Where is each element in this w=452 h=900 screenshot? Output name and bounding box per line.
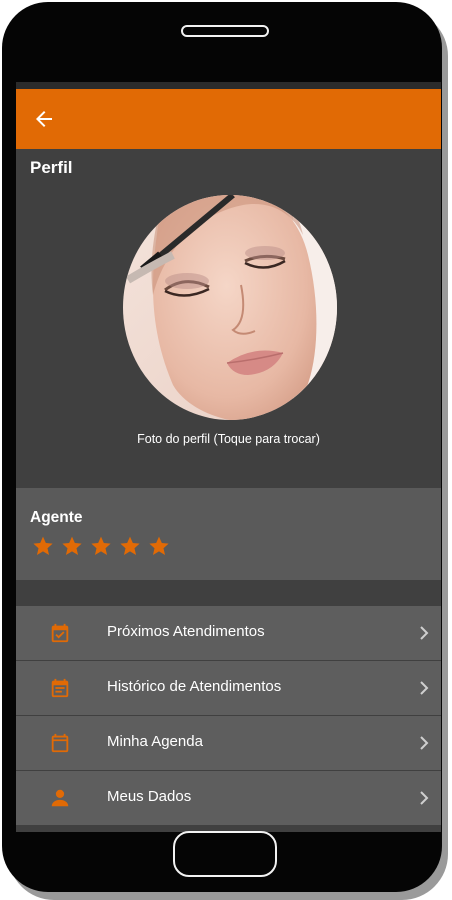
star-icon	[62, 536, 82, 555]
menu-item-proximos-atendimentos[interactable]: Próximos Atendimentos	[16, 606, 441, 660]
menu-item-label: Histórico de Atendimentos	[107, 678, 282, 695]
status-bar	[16, 82, 441, 89]
menu-item-label: Minha Agenda	[107, 733, 203, 750]
star-icon	[91, 536, 111, 555]
star-icon	[149, 536, 169, 555]
profile-photo-image	[123, 195, 337, 420]
menu-item-historico-atendimentos[interactable]: Histórico de Atendimentos	[16, 661, 441, 715]
agent-label: Agente	[30, 509, 83, 526]
calendar-icon	[51, 733, 69, 753]
page-title: Perfil	[30, 158, 73, 177]
chevron-right-icon	[420, 736, 429, 750]
profile-menu: Próximos Atendimentos Histórico de Atend…	[16, 606, 441, 826]
chevron-right-icon	[420, 626, 429, 640]
calendar-list-icon	[51, 678, 69, 698]
menu-item-label: Próximos Atendimentos	[107, 623, 265, 640]
phone-speaker	[181, 25, 269, 37]
star-icon	[120, 536, 140, 555]
person-icon	[51, 789, 69, 807]
chevron-right-icon	[420, 681, 429, 695]
profile-photo[interactable]	[123, 195, 337, 420]
star-icon	[33, 536, 53, 555]
menu-item-label: Meus Dados	[107, 788, 192, 805]
rating-stars	[32, 535, 170, 557]
calendar-check-icon	[51, 623, 69, 643]
home-button[interactable]	[173, 831, 277, 877]
agent-card: Agente	[16, 488, 441, 580]
app-bar	[16, 89, 441, 149]
back-arrow-icon[interactable]	[32, 107, 56, 131]
menu-item-meus-dados[interactable]: Meus Dados	[16, 771, 441, 825]
menu-item-minha-agenda[interactable]: Minha Agenda	[16, 716, 441, 770]
chevron-right-icon	[420, 791, 429, 805]
photo-caption: Foto do perfil (Toque para trocar)	[137, 432, 320, 446]
app-screen: Perfil Foto do perfil (Toque para trocar…	[16, 82, 441, 832]
phone-frame: Perfil Foto do perfil (Toque para trocar…	[2, 2, 442, 892]
